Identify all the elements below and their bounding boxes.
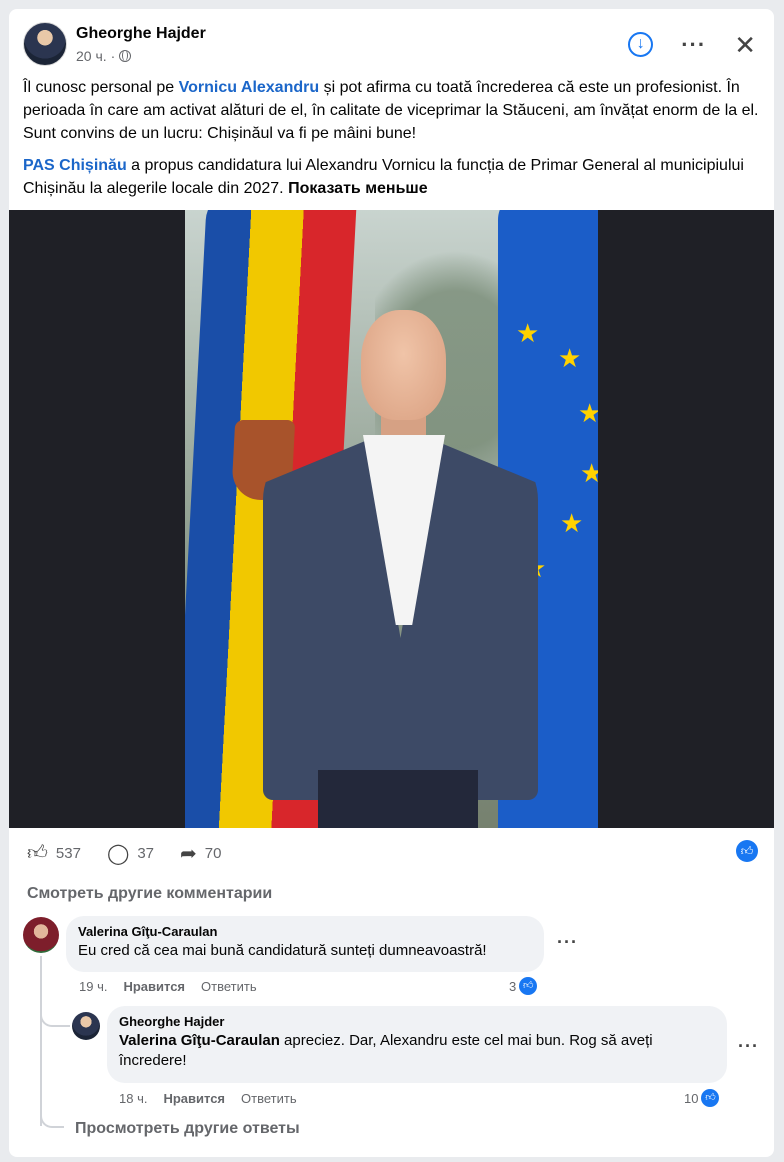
post-meta: 20 ч. · <box>76 48 132 64</box>
comment-options-icon[interactable]: ··· <box>557 932 578 953</box>
like-icon: 👍︎ <box>701 1089 720 1107</box>
header-actions: ↓ ··· ✕ <box>628 32 756 58</box>
comment-meta: 19 ч. Нравится Ответить <box>79 979 257 994</box>
post-actions: 👍︎ 537 ◯ 37 ➦ 70 <box>27 839 221 867</box>
avatar[interactable] <box>72 1012 100 1040</box>
comment-icon: ◯ <box>106 842 130 865</box>
comment-author[interactable]: Gheorghe Hajder <box>119 1014 715 1029</box>
see-more-comments[interactable]: Смотреть другие комментарии <box>27 885 272 903</box>
globe-icon <box>119 50 132 62</box>
comment-like-button[interactable]: Нравится <box>163 1091 225 1106</box>
comment-reply-button[interactable]: Ответить <box>241 1091 297 1106</box>
like-reaction-icon[interactable]: 👍︎ <box>736 840 758 862</box>
share-count: 70 <box>204 844 222 862</box>
comment-reply-button[interactable]: Ответить <box>201 979 257 994</box>
like-count: 537 <box>55 844 81 862</box>
post-photo[interactable]: ★ ★ ★ ★ ★ ★ <box>9 210 774 828</box>
post-time[interactable]: 20 ч. <box>76 48 107 64</box>
meta-separator: · <box>110 48 116 64</box>
avatar[interactable] <box>23 917 59 953</box>
comment-count: 37 <box>137 844 155 862</box>
comment-options-icon[interactable]: ··· <box>738 1036 759 1057</box>
comment-author[interactable]: Valerina Gîţu-Caraulan <box>78 924 532 939</box>
like-button[interactable]: 👍︎ 537 <box>27 841 81 865</box>
like-icon: 👍︎ <box>27 842 48 864</box>
thread-line <box>40 956 42 1126</box>
post-paragraph-2: PAS Chișinău a propus candidatura lui Al… <box>23 157 744 197</box>
like-icon: 👍︎ <box>519 977 538 995</box>
thread-curve <box>40 1104 64 1128</box>
person-figure <box>263 300 538 828</box>
share-icon: ➦ <box>180 842 197 865</box>
comment-reactions[interactable]: 3 👍︎ <box>509 977 538 995</box>
close-icon[interactable]: ✕ <box>734 32 756 58</box>
reply-curve <box>40 1009 70 1027</box>
comment-button[interactable]: ◯ 37 <box>107 841 154 866</box>
comment-meta: 18 ч. Нравится Ответить <box>119 1091 297 1106</box>
show-less-link[interactable]: Показать меньше <box>288 180 428 197</box>
comment-bubble: Valerina Gîţu-Caraulan Eu cred că cea ma… <box>66 916 544 972</box>
author-name[interactable]: Gheorghe Hajder <box>76 25 206 43</box>
photo-content: ★ ★ ★ ★ ★ ★ <box>185 210 598 828</box>
share-button[interactable]: ➦ 70 <box>180 841 221 866</box>
view-more-replies[interactable]: Просмотреть другие ответы <box>75 1120 300 1138</box>
reply-bubble: Gheorghe Hajder Valerina Gîţu-Caraulan a… <box>107 1006 727 1083</box>
mention-link[interactable]: Vornicu Alexandru <box>179 79 319 96</box>
post-card: Gheorghe Hajder 20 ч. · ↓ ··· ✕ Îl cunos… <box>9 9 774 1157</box>
post-header: Gheorghe Hajder 20 ч. · ↓ ··· ✕ <box>23 22 760 70</box>
comment-reactions[interactable]: 10 👍︎ <box>684 1089 720 1107</box>
post-text: Îl cunosc personal pe Vornicu Alexandru … <box>23 76 763 209</box>
comment-mention[interactable]: Valerina Gîţu-Caraulan <box>119 1032 280 1049</box>
comment-text: Valerina Gîţu-Caraulan apreciez. Dar, Al… <box>119 1032 653 1069</box>
page-link[interactable]: PAS Chișinău <box>23 157 127 174</box>
download-icon[interactable]: ↓ <box>628 32 654 57</box>
comment-time[interactable]: 19 ч. <box>79 979 107 994</box>
comment-time[interactable]: 18 ч. <box>119 1091 147 1106</box>
comment-like-button[interactable]: Нравится <box>123 979 185 994</box>
post-paragraph-1: Îl cunosc personal pe Vornicu Alexandru … <box>23 79 759 142</box>
author-avatar[interactable] <box>23 22 67 66</box>
comment-text: Eu cred că cea mai bună candidatură sunt… <box>78 942 487 959</box>
more-options-icon[interactable]: ··· <box>681 33 706 55</box>
